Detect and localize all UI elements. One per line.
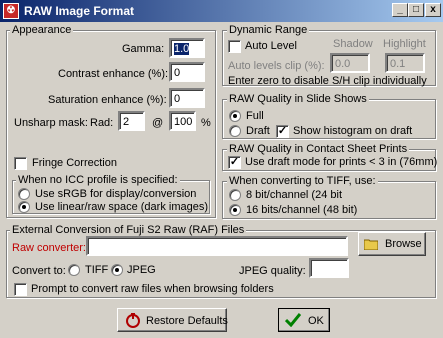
auto-level-checkbox[interactable] [228,40,241,53]
fringe-checkbox[interactable] [14,157,27,170]
app-icon: ☢ [3,3,19,19]
convert-jpeg-label: JPEG [127,264,156,276]
converter-input[interactable] [86,236,348,256]
ok-label: OK [308,315,324,327]
clip-label: Auto levels clip (%): [228,60,325,72]
restore-icon [125,313,141,329]
convert-tiff-radio[interactable] [68,264,80,276]
rad-label: Rad: [90,117,114,129]
maximize-button[interactable]: □ [408,3,424,17]
browse-button[interactable]: Browse [358,232,426,256]
gamma-input[interactable]: 1.0 [169,38,205,58]
appearance-legend: Appearance [10,24,74,36]
histogram-checkbox[interactable]: ✓ [276,125,289,138]
highlight-label: Highlight [383,38,426,50]
external-legend: External Conversion of Fuji S2 Raw (RAF)… [10,224,247,236]
restore-defaults-button[interactable]: Restore Defaults [117,308,228,332]
title-bar: ☢ RAW Image Format _ □ x [0,0,443,22]
tiff-8bit-radio[interactable] [229,189,241,201]
tiff-legend: When converting to TIFF, use: [227,175,378,187]
highlight-clip-input[interactable]: 0.1 [385,53,425,73]
jpeg-quality-label: JPEG quality: [239,265,306,277]
clip-note: Enter zero to disable S/H clip individua… [228,75,427,87]
contact-sheet-legend: RAW Quality in Contact Sheet Prints [227,143,410,155]
slideshow-full-radio[interactable] [229,110,241,122]
convert-jpeg-radio[interactable] [111,264,123,276]
slideshow-full-label: Full [246,110,264,122]
slideshow-draft-radio[interactable] [229,125,241,137]
folder-icon [363,238,379,251]
saturation-input[interactable]: 0 [169,88,205,108]
icc-linear-radio[interactable] [18,201,30,213]
convert-to-label: Convert to: [12,265,66,277]
tiff-16bit-radio[interactable] [229,204,241,216]
window-title: RAW Image Format [24,4,135,18]
tiff-16bit-label: 16 bits/channel (48 bit) [246,204,358,216]
prompt-label: Prompt to convert raw files when browsin… [31,283,274,295]
saturation-label: Saturation enhance (%): [48,94,167,106]
icc-srgb-radio[interactable] [18,188,30,200]
convert-tiff-label: TIFF [85,264,109,276]
auto-level-label: Auto Level [245,40,297,52]
rad-input[interactable]: 2 [118,111,145,131]
contrast-label: Contrast enhance (%): [58,68,169,80]
fringe-label: Fringe Correction [32,157,117,169]
prompt-checkbox[interactable] [14,283,27,296]
contrast-input[interactable]: 0 [169,62,205,82]
gamma-label: Gamma: [122,43,165,55]
ok-button[interactable]: OK [278,308,330,332]
browse-label: Browse [385,238,422,250]
icc-legend: When no ICC profile is specified: [16,174,180,186]
unsharp-percent-input[interactable]: 100 [169,111,196,131]
slideshow-draft-label: Draft [246,125,270,137]
at-label: @ [152,117,164,129]
restore-defaults-label: Restore Defaults [146,315,228,327]
dynamic-range-legend: Dynamic Range [227,24,310,36]
unsharp-label: Unsharp mask: [14,117,88,129]
jpeg-quality-input[interactable] [309,258,349,278]
contact-draft-checkbox[interactable]: ✓ [228,156,241,169]
percent-label: % [201,117,211,129]
tiff-8bit-label: 8 bit/channel (24 bit [246,189,343,201]
minimize-button[interactable]: _ [392,3,408,17]
icc-linear-label: Use linear/raw space (dark images) [35,201,209,213]
shadow-label: Shadow [333,38,373,50]
shadow-clip-input[interactable]: 0.0 [330,53,370,73]
icc-srgb-label: Use sRGB for display/conversion [35,188,197,200]
histogram-label: Show histogram on draft [293,125,413,137]
contact-draft-label: Use draft mode for prints < 3 in (76mm) [245,156,438,168]
slideshow-legend: RAW Quality in Slide Shows [227,93,369,105]
converter-label: Raw converter: [12,242,86,254]
checkmark-icon [284,313,302,328]
close-button[interactable]: x [425,3,441,17]
